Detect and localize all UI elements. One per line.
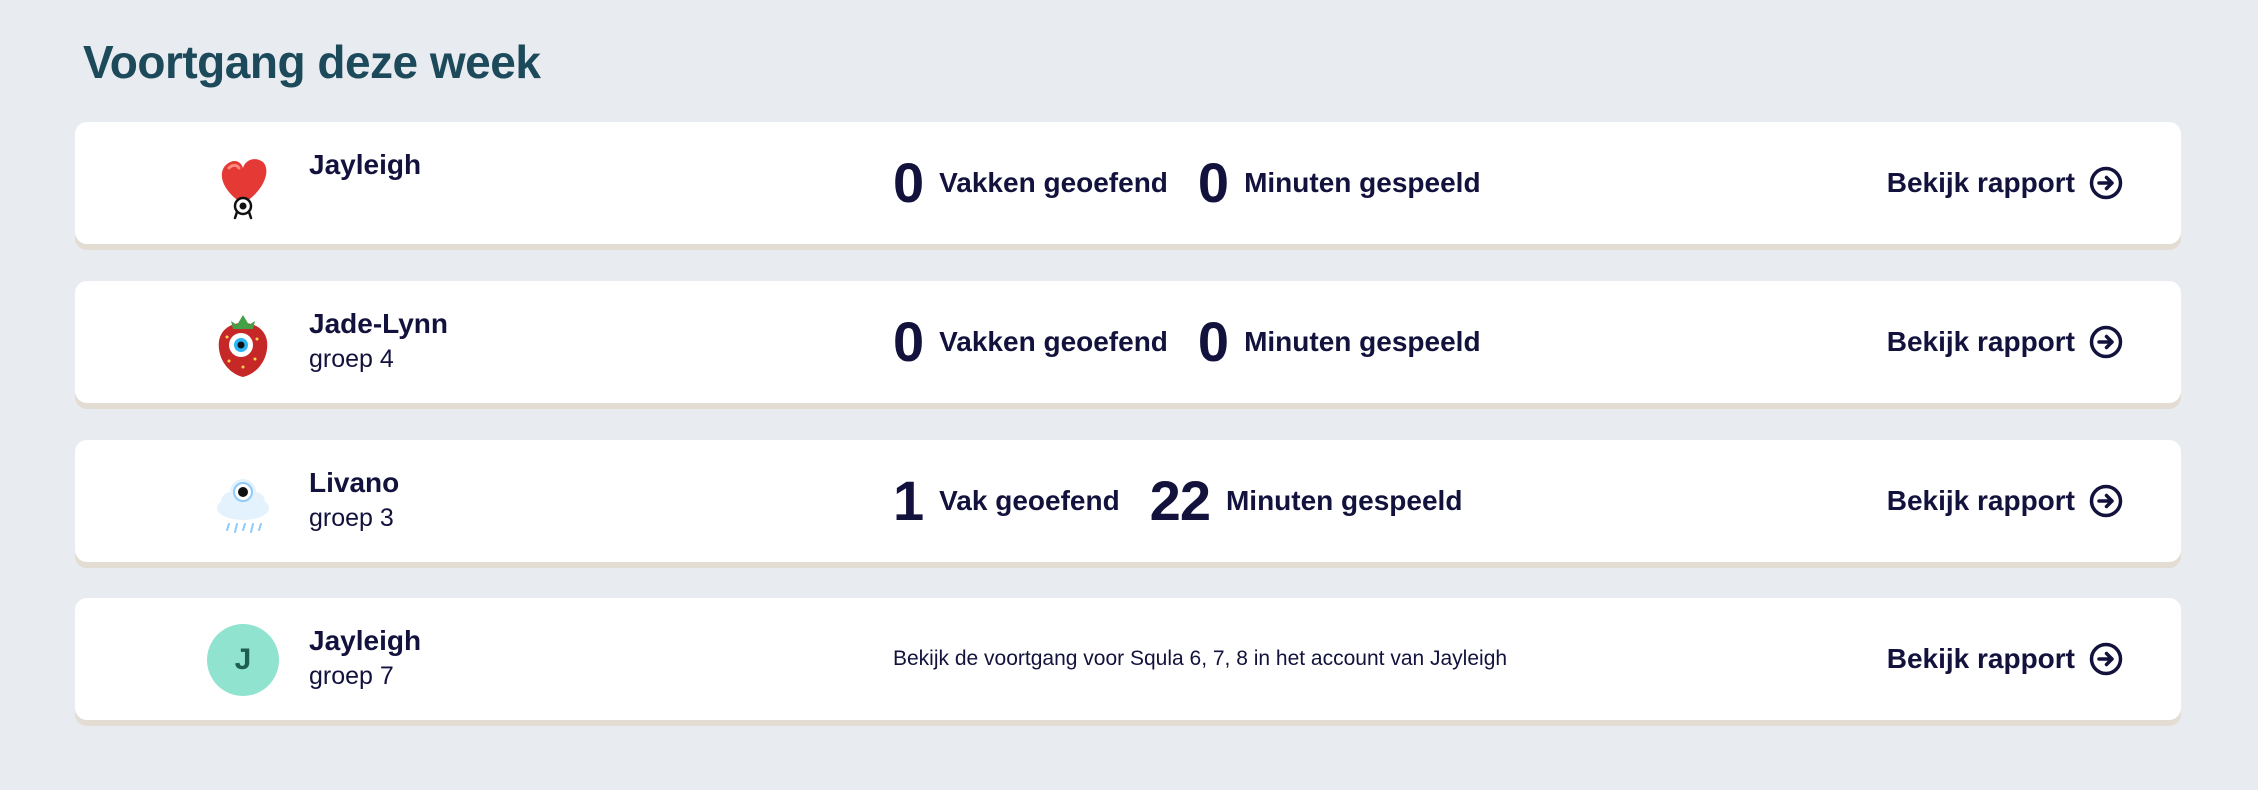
arrow-right-circle-icon (2089, 642, 2123, 676)
child-card-jade-lynn: Jade-Lynn groep 4 0 Vakken geoefend 0 Mi… (75, 281, 2181, 403)
subjects-count: 1 (893, 469, 924, 532)
minutes-count: 0 (1197, 310, 1229, 373)
weekly-stats: 0 Vakken geoefend 0 Minuten gespeeld (893, 122, 1511, 244)
avatar (207, 148, 279, 220)
view-report-button[interactable]: Bekijk rapport (1887, 598, 2123, 720)
subjects-label: Vakken geoefend (939, 326, 1168, 357)
child-group: groep 3 (309, 504, 394, 532)
child-name: Jayleigh (309, 149, 422, 180)
view-report-label: Bekijk rapport (1886, 167, 2075, 198)
view-report-label: Bekijk rapport (1886, 485, 2075, 516)
minutes-label: Minuten gespeeld (1244, 326, 1481, 357)
avatar (207, 307, 279, 379)
weekly-stats: 0 Vakken geoefend 0 Minuten gespeeld (893, 281, 1511, 403)
minutes-label: Minuten gespeeld (1244, 167, 1481, 198)
strawberry-creature-icon (218, 315, 268, 377)
avatar-initial: J (207, 624, 279, 696)
subjects-label: Vak geoefend (939, 485, 1120, 516)
view-report-button[interactable]: Bekijk rapport (1887, 281, 2123, 403)
child-group: groep 4 (309, 345, 394, 373)
subjects-label: Vakken geoefend (939, 167, 1168, 198)
child-name: Jayleigh (309, 625, 422, 656)
child-card-livano: Livano groep 3 1 Vak geoefend 22 Minuten… (75, 440, 2181, 562)
child-card-jayleigh: Jayleigh 0 Vakken geoefend 0 Minuten ges… (75, 122, 2181, 244)
child-name: Jade-Lynn (309, 308, 448, 339)
minutes-count: 22 (1149, 469, 1211, 532)
arrow-right-circle-icon (2089, 325, 2123, 359)
page-title: Voortgang deze week (83, 36, 541, 88)
heart-creature-icon (221, 159, 267, 220)
other-account-note: Bekijk de voortgang voor Squla 6, 7, 8 i… (893, 647, 1508, 670)
view-report-label: Bekijk rapport (1886, 326, 2075, 357)
avatar (207, 466, 279, 538)
view-report-button[interactable]: Bekijk rapport (1887, 440, 2123, 562)
view-report-label: Bekijk rapport (1886, 643, 2075, 674)
subjects-count: 0 (893, 151, 924, 214)
subjects-count: 0 (893, 310, 924, 373)
arrow-right-circle-icon (2089, 484, 2123, 518)
minutes-label: Minuten gespeeld (1225, 485, 1463, 516)
child-group: groep 7 (309, 662, 394, 690)
avatar: J (207, 624, 279, 696)
cloud-creature-icon (217, 479, 269, 533)
child-name: Livano (309, 467, 400, 498)
child-card-jayleigh-older: J Jayleigh groep 7 Bekijk de voortgang v… (75, 598, 2181, 720)
view-report-button[interactable]: Bekijk rapport (1887, 122, 2123, 244)
arrow-right-circle-icon (2089, 166, 2123, 200)
minutes-count: 0 (1197, 151, 1229, 214)
weekly-stats: 1 Vak geoefend 22 Minuten gespeeld (893, 440, 1492, 562)
